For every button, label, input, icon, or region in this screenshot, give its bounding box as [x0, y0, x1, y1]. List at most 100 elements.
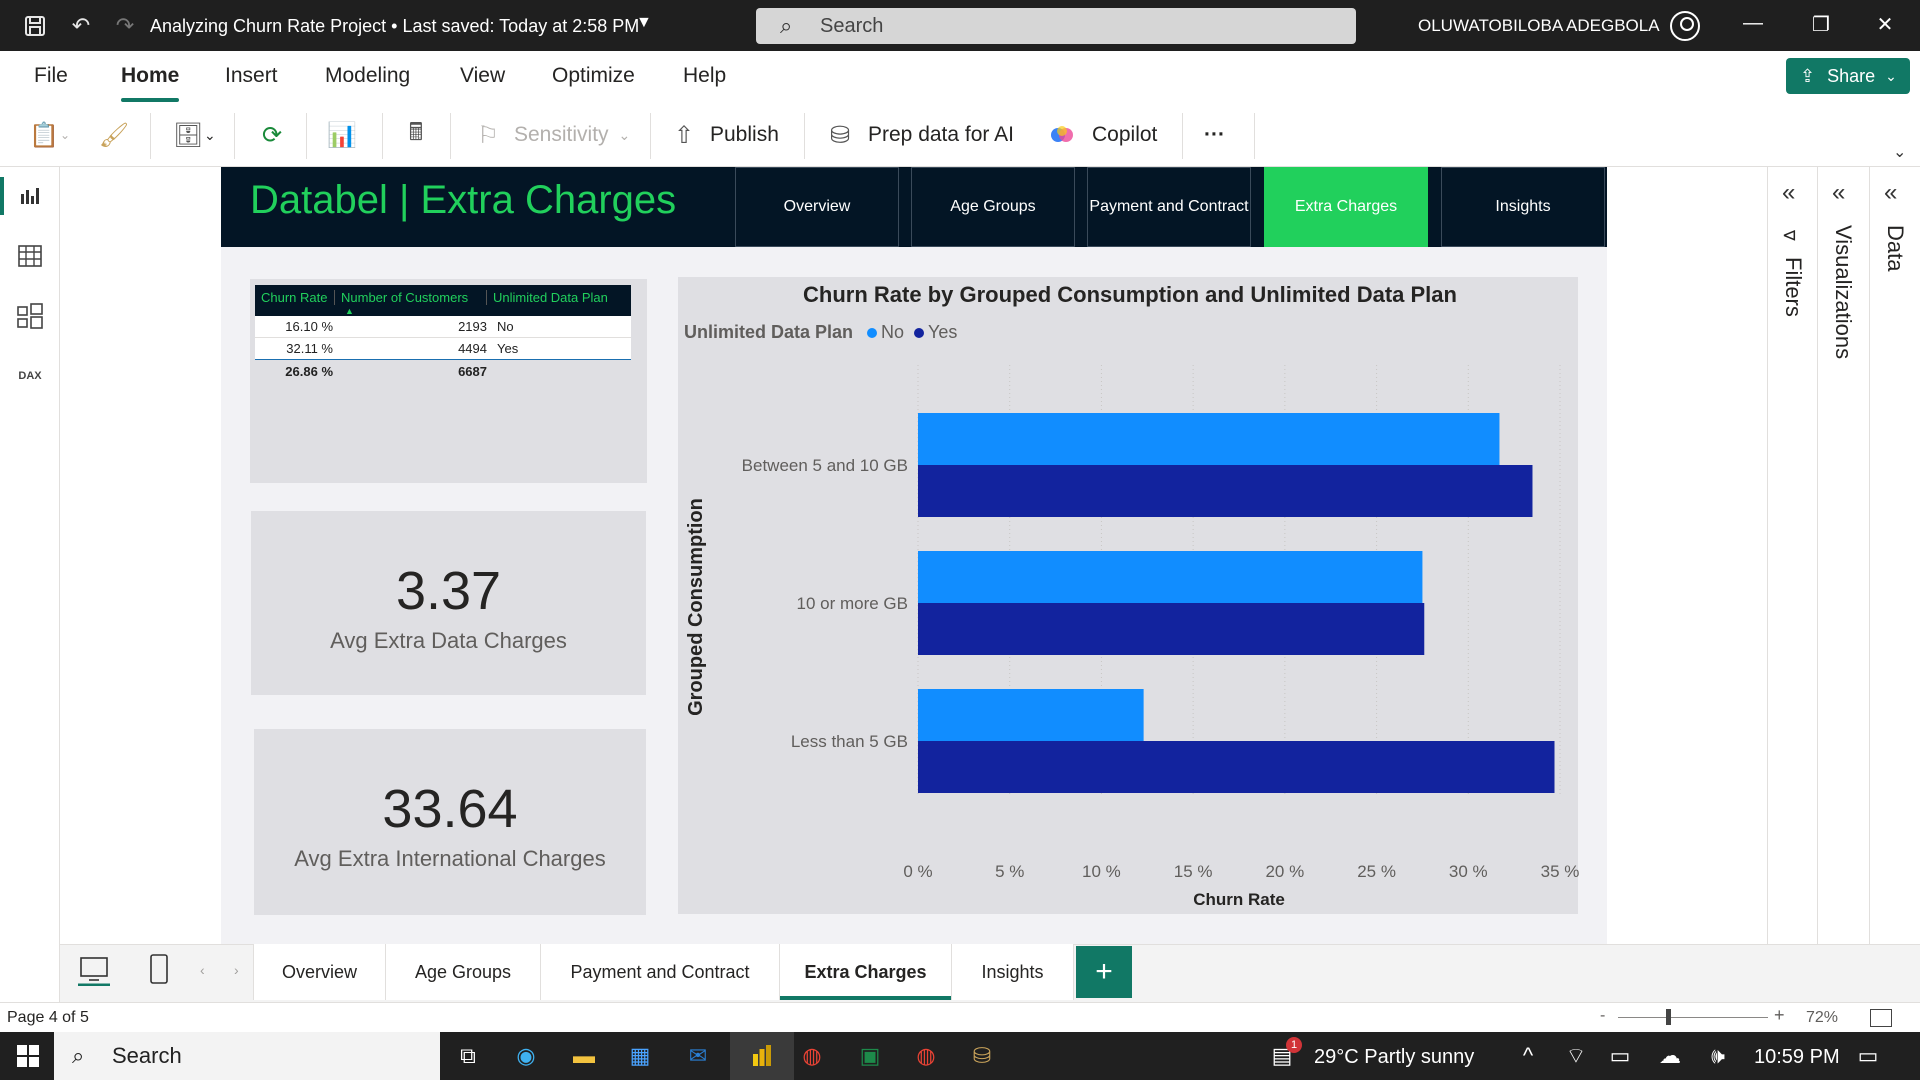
- zoom-slider[interactable]: [1618, 1017, 1768, 1018]
- zoom-slider-thumb[interactable]: [1666, 1009, 1671, 1025]
- col-header-churn-rate[interactable]: Churn Rate: [255, 290, 335, 305]
- notifications-icon[interactable]: ▭: [1852, 1040, 1884, 1072]
- legend-item[interactable]: No: [881, 322, 904, 343]
- page-tab-age-groups[interactable]: Age Groups: [386, 944, 541, 1000]
- col-header-unlimited-plan[interactable]: Unlimited Data Plan: [487, 290, 631, 305]
- weather-text[interactable]: 29°C Partly sunny: [1314, 1046, 1474, 1069]
- tab-insert[interactable]: Insert: [225, 64, 278, 88]
- report-view-icon[interactable]: [0, 171, 60, 221]
- prep-data-ai-button[interactable]: ⛁ Prep data for AI: [824, 117, 1014, 153]
- nav-button-age-groups[interactable]: Age Groups: [911, 167, 1075, 247]
- excel-icon[interactable]: ▣: [854, 1040, 886, 1072]
- data-pane[interactable]: « Data: [1869, 167, 1920, 944]
- edge-icon[interactable]: ◉: [510, 1040, 542, 1072]
- format-painter-button[interactable]: 🖌: [98, 117, 130, 153]
- status-bar: Page 4 of 5 - + 72%: [0, 1002, 1920, 1032]
- taskbar-search-input[interactable]: ⌕ Search: [54, 1032, 440, 1080]
- tab-optimize[interactable]: Optimize: [552, 64, 635, 88]
- paste-button[interactable]: 📋 ⌄: [28, 117, 70, 153]
- page-tab-overview[interactable]: Overview: [253, 944, 386, 1000]
- refresh-button[interactable]: ⟳: [256, 117, 288, 153]
- undo-icon[interactable]: ↶: [66, 11, 96, 41]
- chart-title: Churn Rate by Grouped Consumption and Un…: [803, 282, 1457, 307]
- save-icon[interactable]: [20, 11, 50, 41]
- table-row: 16.10 % 2193 No: [255, 316, 631, 338]
- col-header-customers[interactable]: Number of Customers: [335, 290, 487, 305]
- close-icon[interactable]: ✕: [1870, 12, 1900, 40]
- next-page-icon[interactable]: ›: [234, 962, 239, 978]
- search-icon: ⌕: [72, 1043, 85, 1068]
- desktop-layout-icon[interactable]: [78, 956, 110, 987]
- cloud-icon[interactable]: ☁: [1654, 1040, 1686, 1072]
- sensitivity-button[interactable]: ⚐ Sensitivity ⌄: [472, 117, 630, 153]
- new-visual-button[interactable]: 📊: [326, 117, 358, 153]
- expand-filters-icon[interactable]: «: [1782, 179, 1795, 207]
- bar-yes-0[interactable]: [918, 465, 1533, 517]
- volume-icon[interactable]: 🕪: [1702, 1040, 1734, 1072]
- file-explorer-icon[interactable]: ▬: [568, 1040, 600, 1072]
- powerbi-taskbar-icon[interactable]: [730, 1032, 794, 1080]
- restore-icon[interactable]: ❐: [1806, 12, 1836, 40]
- expand-visualizations-icon[interactable]: «: [1832, 179, 1845, 207]
- prev-page-icon[interactable]: ‹: [200, 962, 205, 978]
- more-options-button[interactable]: ···: [1204, 117, 1225, 153]
- redo-icon[interactable]: ↷: [110, 11, 140, 41]
- add-page-button[interactable]: +: [1076, 946, 1132, 998]
- table-view-icon[interactable]: [0, 231, 60, 281]
- ribbon-tabs: File Home Insert Modeling View Optimize …: [0, 51, 1920, 103]
- wifi-icon[interactable]: ⌔: [1560, 1040, 1592, 1072]
- store-icon[interactable]: ▦: [624, 1040, 656, 1072]
- page-tab-extra-charges[interactable]: Extra Charges: [780, 944, 952, 1000]
- fit-to-page-icon[interactable]: [1870, 1009, 1892, 1027]
- clock[interactable]: 10:59 PM: [1754, 1046, 1840, 1069]
- filters-pane[interactable]: « ⊲ Filters: [1767, 167, 1817, 944]
- bar-chart[interactable]: 0 % 5 % 10 % 15 % 20 % 25 % 30 % 35 % Between 5 …: [680, 345, 1580, 915]
- battery-icon[interactable]: ▭: [1604, 1040, 1636, 1072]
- bar-yes-1[interactable]: [918, 603, 1425, 655]
- tab-view[interactable]: View: [460, 64, 505, 88]
- expand-data-icon[interactable]: «: [1884, 179, 1897, 207]
- outlook-icon[interactable]: ✉: [682, 1040, 714, 1072]
- search-input[interactable]: ⌕ Search: [756, 8, 1356, 44]
- tab-file[interactable]: File: [34, 64, 68, 88]
- publish-button[interactable]: ⇧ Publish: [668, 117, 779, 153]
- app-icon[interactable]: ⛁: [966, 1040, 998, 1072]
- legend-item[interactable]: Yes: [928, 322, 957, 343]
- bar-no-2[interactable]: [918, 689, 1144, 741]
- nav-button-payment-contract[interactable]: Payment and Contract: [1087, 167, 1251, 247]
- tab-modeling[interactable]: Modeling: [325, 64, 410, 88]
- new-measure-button[interactable]: 🖩: [400, 117, 432, 153]
- avatar[interactable]: [1670, 11, 1700, 41]
- chrome-profile-icon[interactable]: ◍: [910, 1040, 942, 1072]
- copilot-button[interactable]: Copilot: [1046, 117, 1157, 153]
- legend-title: Unlimited Data Plan: [684, 322, 854, 342]
- dax-query-icon[interactable]: DAX: [0, 351, 60, 401]
- chrome-icon[interactable]: ◍: [796, 1040, 828, 1072]
- bar-no-1[interactable]: [918, 551, 1423, 603]
- tab-help[interactable]: Help: [683, 64, 726, 88]
- model-view-icon[interactable]: [0, 291, 60, 341]
- database-icon: 🗄: [172, 121, 204, 149]
- share-button[interactable]: ⇪ Share ⌄: [1786, 58, 1910, 94]
- get-data-button[interactable]: 🗄 ⌄: [172, 117, 216, 153]
- visualizations-pane[interactable]: « Visualizations: [1817, 167, 1869, 944]
- tab-home[interactable]: Home: [121, 64, 180, 102]
- title-dropdown-icon[interactable]: ▼: [636, 14, 652, 32]
- windows-start-icon[interactable]: [12, 1040, 44, 1072]
- nav-button-extra-charges[interactable]: Extra Charges: [1264, 167, 1428, 247]
- bar-no-0[interactable]: [918, 413, 1500, 465]
- page-tab-insights[interactable]: Insights: [952, 944, 1074, 1000]
- data-table[interactable]: Churn Rate Number of Customers Unlimited…: [255, 285, 631, 382]
- copilot-icon: [1046, 120, 1078, 150]
- chevron-up-icon[interactable]: ^: [1512, 1040, 1544, 1072]
- nav-button-insights[interactable]: Insights: [1441, 167, 1605, 247]
- bar-yes-2[interactable]: [918, 741, 1555, 793]
- zoom-in-icon[interactable]: +: [1774, 1005, 1785, 1026]
- task-view-icon[interactable]: ⧉: [452, 1040, 484, 1072]
- nav-button-overview[interactable]: Overview: [735, 167, 899, 247]
- page-tab-payment-contract[interactable]: Payment and Contract: [541, 944, 780, 1000]
- zoom-out-icon[interactable]: -: [1600, 1007, 1605, 1025]
- minimize-icon[interactable]: —: [1738, 12, 1768, 40]
- mobile-layout-icon[interactable]: [148, 954, 170, 984]
- ribbon-collapse-icon[interactable]: ⌄: [1893, 142, 1906, 162]
